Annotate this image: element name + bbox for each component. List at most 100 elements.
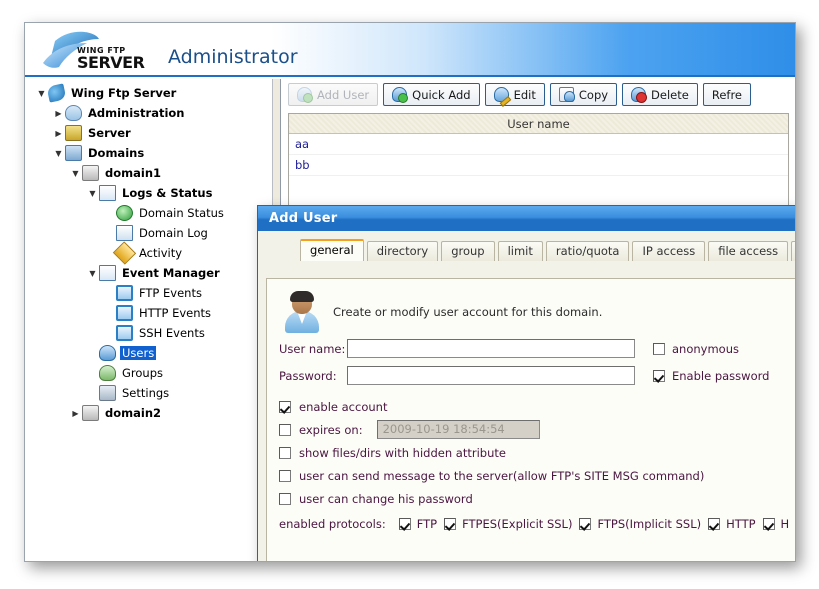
protocol-ftps-checkbox-label: FTPS(Implicit SSL) (597, 517, 702, 531)
sidebar-item-wing-ftp-server[interactable]: ▼ Wing Ftp Server (25, 83, 272, 103)
tree-item-label: Settings (122, 386, 170, 400)
chevron-down-icon[interactable]: ▼ (35, 87, 48, 100)
toolbar-button-label: Copy (578, 87, 609, 102)
general-tab-panel: Create or modify user account for this d… (266, 278, 795, 561)
chevron-right-icon[interactable]: ▶ (52, 107, 65, 120)
event-icon (99, 265, 116, 281)
protocol-ftps-checkbox-wrap: FTPS(Implicit SSL) (579, 517, 701, 531)
enable-password-checkbox[interactable] (653, 369, 665, 382)
table-row[interactable]: aa (289, 134, 788, 155)
protocol-ftpes-checkbox-wrap: FTPES(Explicit SSL) (444, 517, 572, 531)
chevron-right-icon[interactable]: ▶ (52, 127, 65, 140)
chevron-down-icon[interactable]: ▼ (86, 267, 99, 280)
domain-icon (82, 165, 99, 181)
quick-add-button[interactable]: Quick Add (383, 83, 480, 106)
edit-button[interactable]: Edit (484, 83, 545, 106)
tab-access-time[interactable]: acces (791, 241, 795, 261)
anonymous-checkbox[interactable] (653, 342, 665, 355)
brand-lockup: WING FTP SERVER (77, 47, 145, 71)
sidebar-item-logs-status[interactable]: ▼ Logs & Status (25, 183, 272, 203)
chevron-down-icon[interactable]: ▼ (86, 187, 99, 200)
sidebar-item-http-events[interactable]: HTTP Events (25, 303, 272, 323)
protocol-http-checkbox-label: HTTP (726, 517, 756, 531)
protocol-ftp-checkbox-wrap: FTP (398, 517, 437, 531)
protocol-https-checkbox[interactable] (762, 518, 775, 530)
app-banner: WING FTP SERVER Administrator (25, 23, 795, 77)
sidebar-item-users[interactable]: Users (25, 343, 272, 363)
add-user-button: Add User (288, 83, 379, 106)
tab-file-access[interactable]: file access (708, 241, 789, 261)
domains-icon (65, 145, 82, 161)
site-msg-checkbox[interactable] (279, 469, 291, 482)
page-title: Administrator (168, 46, 298, 68)
sidebar-item-ftp-events[interactable]: FTP Events (25, 283, 272, 303)
copy-icon (558, 87, 575, 102)
tab-directory[interactable]: directory (366, 241, 439, 261)
sidebar-item-server[interactable]: ▶ Server (25, 123, 272, 143)
table-row[interactable]: bb (289, 155, 788, 176)
password-row: Password: Enable password (279, 362, 795, 389)
sidebar-item-event-manager[interactable]: ▼ Event Manager (25, 263, 272, 283)
sidebar-item-groups[interactable]: Groups (25, 363, 272, 383)
toolbar-button-label: Edit (513, 87, 536, 102)
toolbar-button-label: Quick Add (412, 87, 471, 102)
chevron-down-icon[interactable]: ▼ (52, 147, 65, 160)
admin-window: WING FTP SERVER Administrator ▼ Wing Ftp … (24, 22, 796, 562)
show-hidden-files-checkbox[interactable] (279, 446, 291, 459)
sidebar-item-domain-status[interactable]: Domain Status (25, 203, 272, 223)
dialog-tab-strip: general directory group limit ratio/quota IP … (258, 239, 795, 261)
server-icon (65, 125, 82, 141)
enable-password-option[interactable]: Enable password (653, 369, 769, 383)
username-input[interactable] (347, 339, 635, 358)
delete-button[interactable]: Delete (622, 83, 698, 106)
copy-button[interactable]: Copy (549, 83, 618, 106)
protocol-https-checkbox-label: H (780, 517, 790, 531)
chevron-right-icon[interactable]: ▶ (69, 407, 82, 420)
protocol-ftp-checkbox[interactable] (398, 518, 411, 530)
password-input[interactable] (347, 366, 635, 385)
anonymous-option[interactable]: anonymous (653, 342, 739, 356)
enabled-protocols-row: enabled protocols: FTP FTPES(Explicit SSL… (279, 517, 795, 531)
site-msg-checkbox-row: user can send message to the server(allo… (279, 464, 795, 487)
edit-icon (493, 87, 509, 102)
tree-item-label: Administration (88, 106, 185, 120)
change-password-checkbox[interactable] (279, 492, 291, 505)
tab-group[interactable]: group (441, 241, 495, 261)
refresh-button[interactable]: Refre (702, 83, 751, 106)
settings-icon (99, 385, 116, 401)
tab-limit[interactable]: limit (497, 241, 543, 261)
enable-account-checkbox[interactable] (279, 400, 291, 413)
sidebar-item-domains[interactable]: ▼ Domains (25, 143, 272, 163)
expires-on-checkbox[interactable] (279, 423, 291, 436)
password-label: Password: (279, 368, 337, 383)
protocol-ftps-checkbox[interactable] (579, 518, 592, 530)
sidebar-item-domain2[interactable]: ▶ domain2 (25, 403, 272, 423)
toolbar-button-label: Add User (317, 87, 370, 102)
tab-ip-access[interactable]: IP access (632, 241, 706, 261)
tab-ratio-quota[interactable]: ratio/quota (545, 241, 630, 261)
dialog-title: Add User (258, 206, 795, 231)
tab-label: limit (507, 244, 533, 258)
enable-password-label: Enable password (672, 368, 770, 383)
chevron-down-icon[interactable]: ▼ (69, 167, 82, 180)
tree-item-label: Logs & Status (122, 186, 213, 200)
tree-item-label: HTTP Events (139, 306, 212, 320)
delete-icon (631, 87, 648, 103)
sidebar-item-ssh-events[interactable]: SSH Events (25, 323, 272, 343)
expires-date-field[interactable]: 2009-10-19 18:54:54 (376, 420, 540, 439)
protocol-http-checkbox[interactable] (708, 518, 721, 530)
enable-account-checkbox-row: enable account (279, 395, 795, 418)
tree-item-label: Wing Ftp Server (71, 86, 177, 100)
protocol-ftpes-checkbox[interactable] (444, 518, 457, 530)
sidebar-item-activity[interactable]: Activity (25, 241, 272, 265)
tab-label-rest: eneral (317, 243, 354, 257)
tree-item-label: Users (120, 346, 157, 360)
sidebar-item-domain1[interactable]: ▼ domain1 (25, 163, 272, 183)
navigation-tree[interactable]: ▼ Wing Ftp Server ▶ Administration ▶ Server ▼ D… (25, 79, 273, 561)
sidebar-item-domain-log[interactable]: Domain Log (25, 223, 272, 243)
tab-general[interactable]: general (300, 239, 364, 261)
status-icon (116, 205, 133, 221)
sidebar-item-settings[interactable]: Settings (25, 383, 272, 403)
sidebar-item-administration[interactable]: ▶ Administration (25, 103, 272, 123)
fish-icon (46, 83, 67, 103)
